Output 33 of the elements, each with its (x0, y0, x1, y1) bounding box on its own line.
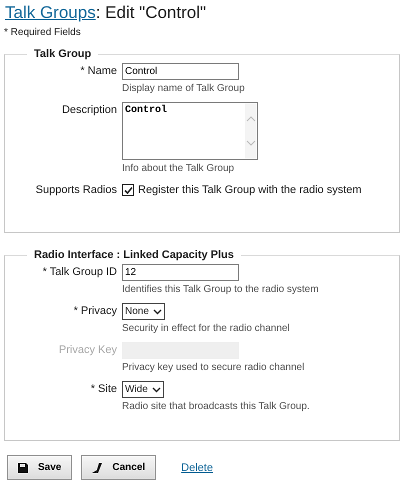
scroll-up-icon[interactable] (245, 115, 257, 123)
scroll-down-icon[interactable] (245, 139, 257, 147)
field-hint: Privacy key used to secure radio channel (122, 362, 304, 373)
section-title: Radio Interface : Linked Capacity Plus (33, 249, 235, 261)
delete-link[interactable]: Delete (181, 462, 213, 474)
field-label: * Name (80, 64, 117, 77)
description-field[interactable]: Control (122, 102, 258, 160)
field-label: Description (62, 103, 117, 116)
field-label: * Privacy (74, 304, 117, 317)
text-field[interactable]: Control (122, 63, 239, 80)
chevron-down-icon (152, 308, 162, 314)
page-title: : Edit "Control" (96, 3, 206, 23)
save-button[interactable]: Save (7, 455, 72, 480)
field-label: * Site (90, 382, 117, 395)
field-hint: Display name of Talk Group (122, 83, 245, 94)
dropdown[interactable]: None (122, 303, 165, 320)
field-label: Privacy Key (58, 343, 117, 356)
field-label: * Talk Group ID (42, 265, 117, 278)
field-hint: Identifies this Talk Group to the radio system (122, 284, 319, 295)
field-hint: Info about the Talk Group (122, 163, 234, 174)
checkbox-label[interactable]: Register this Talk Group with the radio system (138, 184, 362, 196)
field-hint: Radio site that broadcasts this Talk Group. (122, 401, 310, 412)
dropdown[interactable]: Wide (122, 381, 164, 398)
field-label: Supports Radios (36, 183, 117, 196)
field-hint: Security in effect for the radio channel (122, 323, 290, 334)
slash-icon (92, 462, 102, 472)
section-title: Talk Group (33, 48, 92, 60)
checkbox[interactable] (122, 184, 134, 196)
required-note: * Required Fields (4, 27, 82, 38)
cancel-button[interactable]: Cancel (81, 455, 156, 480)
text-field[interactable]: 12 (122, 264, 239, 281)
chevron-down-icon (152, 386, 161, 392)
breadcrumb-link[interactable]: Talk Groups (5, 3, 96, 23)
